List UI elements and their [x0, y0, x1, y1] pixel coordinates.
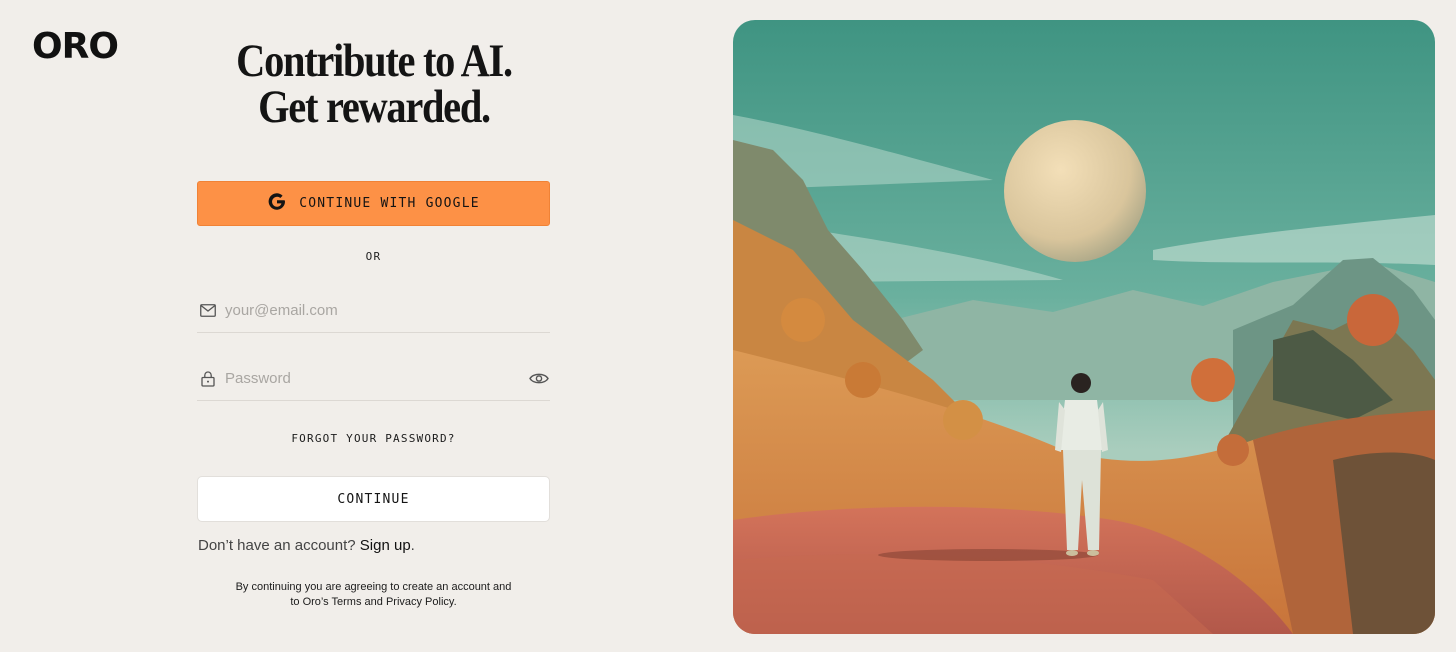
hero-illustration [733, 20, 1435, 634]
page-headline: Contribute to AI. Get rewarded. [223, 35, 526, 133]
continue-button[interactable]: CONTINUE [197, 476, 550, 522]
mail-icon [199, 302, 217, 320]
headline-line-2: Get rewarded. [258, 81, 491, 133]
signup-link[interactable]: Sign up [360, 537, 411, 554]
google-g-icon [267, 192, 287, 215]
signup-suffix: . [410, 537, 415, 554]
continue-with-google-button[interactable]: CONTINUE WITH GOOGLE [197, 181, 550, 226]
signup-prompt: Don’t have an account? Sign up. [198, 537, 415, 554]
signup-prompt-text: Don’t have an account? [198, 537, 356, 554]
password-input[interactable] [225, 370, 528, 387]
password-field[interactable] [197, 357, 550, 401]
lock-icon [199, 370, 217, 388]
headline-line-1: Contribute to AI. [236, 35, 513, 87]
eye-icon[interactable] [528, 370, 550, 388]
hero-scene [733, 20, 1435, 634]
google-button-label: CONTINUE WITH GOOGLE [299, 196, 480, 211]
legal-notice: By continuing you are agreeing to create… [235, 581, 512, 608]
email-field[interactable] [197, 289, 550, 333]
email-input[interactable] [225, 302, 550, 319]
or-divider: OR [365, 250, 382, 263]
oro-logo[interactable]: ORO [32, 26, 119, 67]
forgot-password-link[interactable]: FORGOT YOUR PASSWORD? [197, 432, 550, 445]
